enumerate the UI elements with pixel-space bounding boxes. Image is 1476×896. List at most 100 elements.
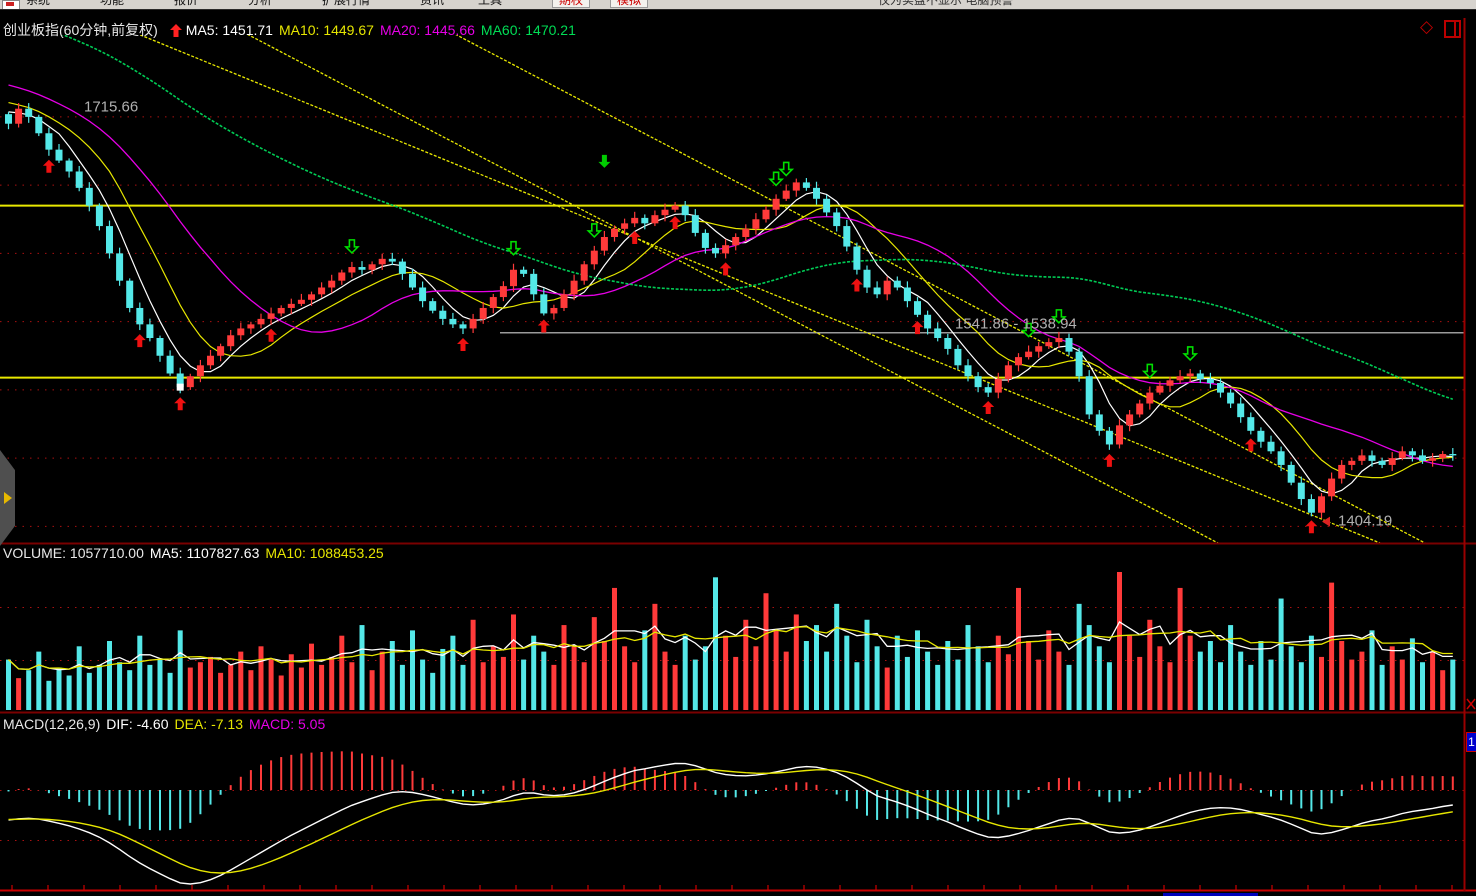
candle: [288, 304, 295, 308]
volume-bar: [966, 625, 971, 710]
sell-arrow-hollow-icon: [1184, 347, 1196, 360]
volume-bar: [228, 665, 233, 710]
candle: [1005, 365, 1012, 379]
candle: [621, 223, 628, 228]
ma10-line: [9, 103, 1453, 478]
buy-arrow-icon: [134, 334, 146, 347]
sell-arrow-hollow-icon: [346, 240, 358, 253]
volume-bar: [218, 673, 223, 710]
candle: [1086, 376, 1093, 414]
volume-bar: [461, 665, 466, 710]
candle: [914, 301, 921, 315]
candle: [763, 210, 770, 220]
candle: [1399, 451, 1406, 458]
volume-bar: [713, 577, 718, 710]
candle: [126, 281, 133, 308]
candle: [581, 264, 588, 280]
candle: [389, 259, 396, 262]
candle: [1369, 455, 1376, 460]
volume-bar: [592, 617, 597, 710]
candle: [1278, 451, 1285, 465]
macd-pane: [0, 751, 1464, 884]
chart-canvas[interactable]: 1715.661541.86 - 1538.941404.19: [0, 0, 1476, 896]
candle: [1015, 357, 1022, 365]
volume-bar: [1279, 599, 1284, 710]
volume-bar: [269, 660, 274, 710]
candle: [146, 324, 153, 338]
volume-bar: [935, 665, 940, 710]
candle: [601, 237, 608, 251]
candle: [1439, 454, 1446, 458]
candle: [732, 237, 739, 245]
volume-bar: [319, 665, 324, 710]
macd-params: MACD(12,26,9): [3, 716, 100, 732]
candle: [1126, 414, 1133, 425]
candle: [591, 251, 598, 265]
candle: [197, 365, 204, 376]
volume-bar: [1269, 660, 1274, 710]
candle: [934, 328, 941, 338]
candle: [1045, 342, 1052, 346]
volume-bar: [450, 636, 455, 710]
candle: [1429, 458, 1436, 461]
candle: [853, 247, 860, 270]
candle: [399, 262, 406, 274]
ma60-line: [9, 15, 1453, 399]
window-layout-icon[interactable]: [1444, 20, 1461, 38]
pane-count-badge[interactable]: 1: [1466, 732, 1476, 752]
volume-bar: [430, 673, 435, 710]
volume-bar: [844, 636, 849, 710]
volume-bar: [794, 614, 799, 710]
volume-bar: [77, 646, 82, 710]
candle: [348, 267, 355, 272]
candle: [864, 270, 871, 288]
volume-bar: [774, 630, 779, 710]
ma5-value: MA5: 1451.71: [186, 22, 273, 38]
volume-bar: [663, 652, 668, 710]
volume-pane: [0, 572, 1464, 710]
sell-arrow-hollow-icon: [770, 172, 782, 185]
volume-bar: [248, 670, 253, 710]
trading-app-window: 仅为实盘不显示 电脑预警 系统功能报价分析扩展行情资讯工具期权模拟 创业板指(6…: [0, 0, 1476, 896]
ma5-line: [9, 112, 1453, 494]
volume-bar: [481, 662, 486, 710]
chart-title: 创业板指(60分钟,前复权): [3, 22, 158, 38]
candle: [965, 365, 972, 376]
volume-bar: [1178, 588, 1183, 710]
volume-bar: [1400, 660, 1405, 710]
candle: [1379, 461, 1386, 465]
volume-bar: [764, 593, 769, 710]
volume-bar: [259, 646, 264, 710]
candle: [712, 248, 719, 253]
candle: [66, 161, 73, 172]
volume-ma5-value: MA5: 1107827.63: [150, 545, 260, 561]
low-marker-icon: [1322, 517, 1330, 527]
volume-bar: [632, 662, 637, 710]
volume-bar: [420, 660, 425, 710]
diamond-icon[interactable]: ◇: [1420, 17, 1433, 37]
volume-bar: [673, 665, 678, 710]
volume-bar: [1258, 641, 1263, 710]
volume-bar: [885, 668, 890, 710]
volume-bar: [370, 670, 375, 710]
volume-bar: [824, 652, 829, 710]
volume-bar: [723, 636, 728, 710]
volume-bar: [834, 604, 839, 710]
candle: [500, 286, 507, 297]
candle: [1076, 352, 1083, 377]
volume-bar: [1168, 662, 1173, 710]
volume-bar: [6, 660, 11, 710]
candle: [954, 349, 961, 365]
volume-bar: [572, 646, 577, 710]
candle: [975, 376, 982, 387]
sell-arrow-hollow-icon: [780, 162, 792, 175]
volume-bar: [1208, 641, 1213, 710]
candle: [106, 226, 113, 253]
candle: [773, 199, 780, 210]
volume-bar: [753, 646, 758, 710]
candle: [328, 281, 335, 288]
candle: [813, 188, 820, 199]
volume-bar: [1319, 657, 1324, 710]
candle: [1066, 338, 1073, 352]
volume-bar: [1430, 652, 1435, 710]
